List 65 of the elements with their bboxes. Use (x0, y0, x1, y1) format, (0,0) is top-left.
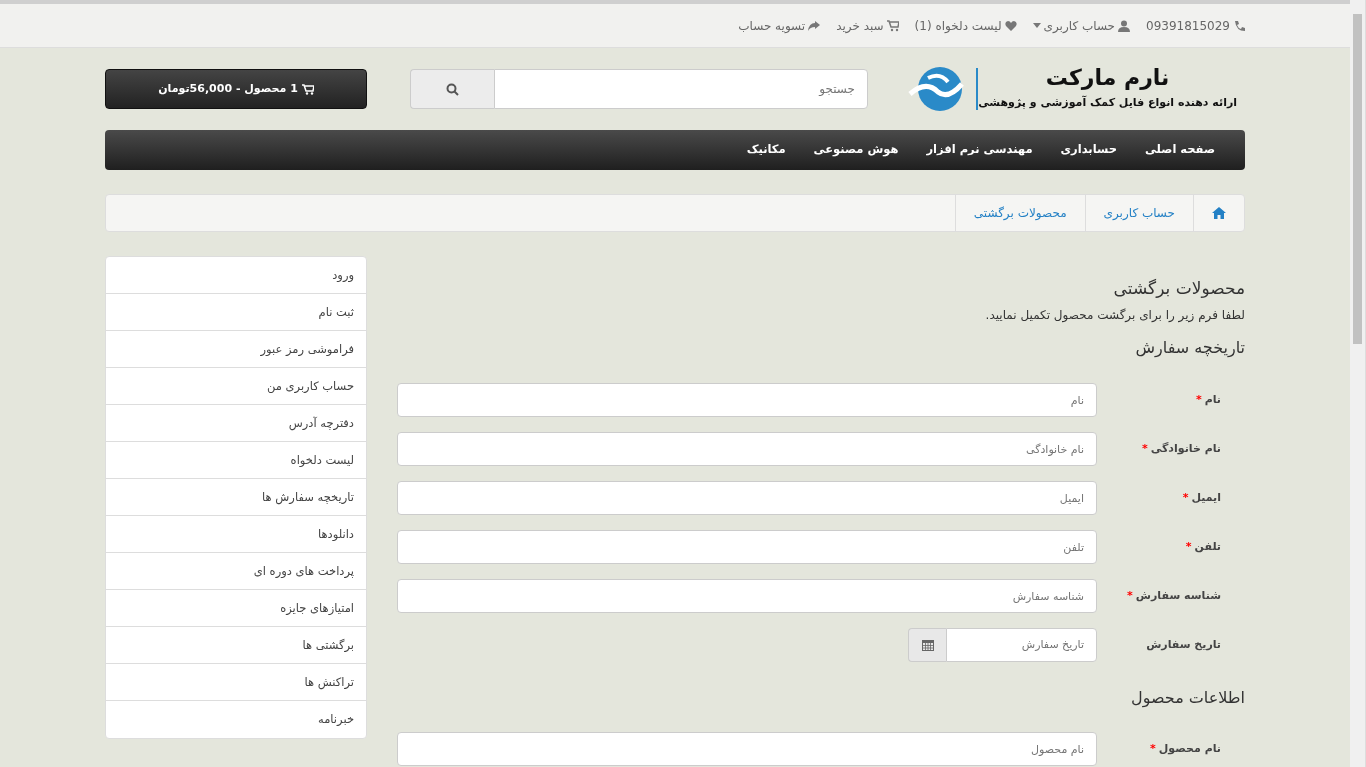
text-field[interactable]: نام خانوادگی (397, 432, 1097, 467)
sidebar-link[interactable]: برگشتی ها (106, 627, 366, 664)
menu-link[interactable]: حسابداری (1046, 141, 1131, 159)
checkout-link[interactable]: تسویه حساب (738, 16, 821, 35)
sidebar-link[interactable]: خبرنامه (106, 701, 366, 738)
menu-link[interactable]: مکانیک (732, 141, 800, 159)
search-icon (446, 82, 459, 96)
menu-link[interactable]: هوش مصنوعی (799, 141, 913, 159)
sidebar-link[interactable]: پرداخت های دوره ای (106, 553, 366, 590)
sidebar-link[interactable]: حساب کاربری من (106, 368, 366, 405)
required-mark: * (1195, 392, 1202, 406)
date-field[interactable]: تاریخ سفارش (946, 628, 1097, 663)
text-field[interactable]: تلفن (397, 530, 1097, 565)
breadcrumb-link[interactable]: حساب کاربری (1084, 195, 1193, 231)
required-mark: * (1127, 588, 1133, 602)
phone-icon (1233, 19, 1245, 32)
sidebar-link[interactable]: تراکنش ها (106, 664, 366, 701)
text-field[interactable]: ایمیل (397, 481, 1097, 516)
sidebar-link[interactable]: ثبت نام (106, 294, 366, 331)
wishlist-link[interactable]: لیست دلخواه (1) (914, 16, 1017, 35)
cart-button[interactable]: 1 محصول - 56,000تومان (105, 69, 367, 109)
cart-icon (886, 19, 899, 32)
required-mark: * (1142, 441, 1148, 455)
sidebar-link[interactable]: ورود (106, 257, 366, 294)
account-link[interactable]: حساب کاربری (1032, 16, 1130, 35)
menu-link[interactable]: صفحه اصلی (1130, 141, 1229, 159)
sidebar-link[interactable]: دفترچه آدرس (106, 405, 366, 442)
field-label: تاریخ سفارش (1146, 637, 1221, 651)
share-arrow-icon (808, 19, 821, 32)
page-title: محصولات برگشتی (1112, 278, 1245, 299)
menu-link[interactable]: مهندسی نرم افزار (912, 141, 1047, 159)
field-label: نام (1204, 392, 1221, 406)
sidebar-link[interactable]: امتیازهای جایزه (106, 590, 366, 627)
section-heading: اطلاعات محصول (1130, 687, 1245, 707)
required-mark: * (1185, 539, 1192, 553)
logo-text: نارم مارکت (1044, 66, 1171, 89)
cart-link[interactable]: سبد خرید (836, 16, 899, 35)
field-label: تلفن (1194, 539, 1221, 553)
required-mark: * (1182, 490, 1189, 504)
field-label: نام خانوادگی (1150, 441, 1221, 455)
section-heading: تاریخچه سفارش (1134, 338, 1245, 358)
intro-text: لطفا فرم زیر را برای برگشت محصول تکمیل نمایید. (984, 307, 1245, 325)
text-field[interactable]: نام (397, 383, 1097, 418)
logo-tagline: ارائه دهنده انواع فایل کمک آموزشی و پژوهشی (978, 94, 1237, 111)
sidebar-link[interactable]: لیست دلخواه (106, 442, 366, 479)
caret-icon (1032, 23, 1041, 28)
heart-icon (1004, 19, 1017, 32)
field-label: نام محصول (1158, 742, 1221, 755)
text-field[interactable]: نام محصول (397, 732, 1097, 767)
home-icon (1212, 207, 1226, 219)
breadcrumb-link[interactable]: محصولات برگشتی (954, 195, 1085, 231)
field-label: ایمیل (1191, 490, 1221, 504)
sidebar-link[interactable]: فراموشی رمز عبور (106, 331, 366, 368)
required-mark: * (1150, 742, 1156, 755)
text-field[interactable]: شناسه سفارش (397, 579, 1097, 614)
scrollbar[interactable] (1350, 0, 1366, 767)
field-label: شناسه سفارش (1135, 588, 1221, 602)
calendar-button[interactable] (908, 628, 946, 663)
search-field[interactable]: جستجو (494, 69, 868, 109)
sidebar-link[interactable]: دانلودها (106, 516, 366, 553)
sidebar-link[interactable]: تاریخچه سفارش ها (106, 479, 366, 516)
cart-icon (301, 83, 314, 95)
user-icon (1118, 19, 1130, 32)
calendar-icon (921, 639, 934, 652)
phone-link[interactable]: 09391815029 (1146, 16, 1245, 35)
